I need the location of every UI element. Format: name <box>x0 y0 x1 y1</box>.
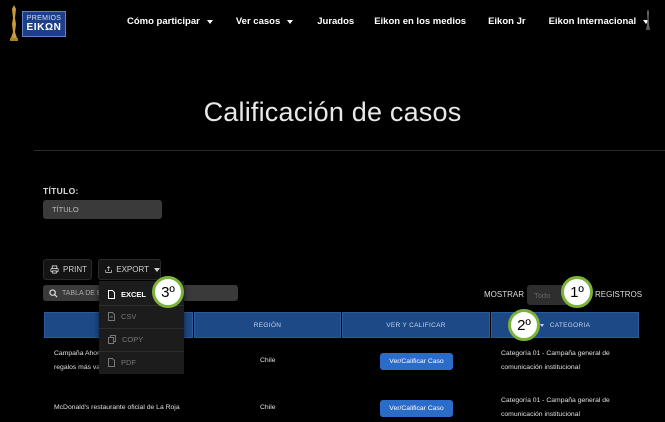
export-copy-item[interactable]: COPY <box>99 328 184 350</box>
export-label: EXPORT <box>116 265 149 274</box>
print-label: PRINT <box>63 265 87 274</box>
chevron-down-icon <box>154 267 160 272</box>
header-label: VER Y CALIFICAR <box>386 321 446 329</box>
export-item-label: PDF <box>121 357 136 367</box>
header-label: CATEGORIA <box>549 321 591 329</box>
nav-label: Eikon en los medios <box>374 16 467 27</box>
export-item-label: CSV <box>121 311 137 321</box>
nav-label: Ver casos <box>235 16 281 27</box>
chevron-down-icon <box>287 19 294 24</box>
file-excel-icon <box>108 289 115 299</box>
table-cell-region: Chile <box>260 404 276 411</box>
step-3-badge: 3º <box>152 276 184 308</box>
mostrar-label: MOSTRAR <box>484 290 524 299</box>
table-cell-case-name: McDonald's restaurante oficial de La Roj… <box>54 404 180 411</box>
nav-item-eikon-en-los-medios[interactable]: Eikon en los medios <box>374 16 466 27</box>
file-csv-icon <box>108 311 115 321</box>
logo-line1: PREMIOS <box>26 15 62 22</box>
category-line: comunicación institucional <box>501 364 580 371</box>
step-1-badge: 1º <box>561 276 593 308</box>
category-line: Categoría 01 - Campaña general de <box>501 397 610 404</box>
ver-calificar-button[interactable]: Ver/Calificar Caso <box>380 400 453 417</box>
chevron-down-icon <box>206 19 213 24</box>
trophy-icon <box>10 5 18 41</box>
table-cell-category: Categoría 01 - Campaña general de comuni… <box>501 347 636 375</box>
step-2-badge: 2º <box>508 309 540 341</box>
title-filter-label: TÍTULO: <box>43 186 79 196</box>
main-nav: Cómo participar Ver casos Jurados Eikon … <box>127 16 650 27</box>
column-header-region[interactable]: REGIÓN <box>194 312 341 338</box>
nav-item-eikon-jr[interactable]: Eikon Jr <box>488 16 526 27</box>
nav-item-jurados[interactable]: Jurados <box>317 16 354 27</box>
logo-plate: PREMIOS EIKΩN <box>22 11 66 37</box>
nav-item-eikon-internacional[interactable]: Eikon Internacional <box>549 16 650 27</box>
file-pdf-icon <box>108 357 115 367</box>
export-button[interactable]: EXPORT <box>98 259 161 280</box>
copy-icon <box>108 334 116 344</box>
search-icon <box>49 288 58 298</box>
print-icon <box>50 265 59 274</box>
print-button[interactable]: PRINT <box>43 259 92 280</box>
column-header-ver-calificar[interactable]: VER Y CALIFICAR <box>342 312 490 338</box>
table-cell-category: Categoría 01 - Campaña general de comuni… <box>501 394 636 422</box>
trophy-small-icon[interactable] <box>645 8 651 32</box>
title-filter-input[interactable] <box>43 200 162 219</box>
export-csv-item[interactable]: CSV <box>99 305 184 327</box>
sort-desc-icon <box>539 323 544 327</box>
nav-label: Cómo participar <box>127 16 200 27</box>
premios-eikon-logo[interactable]: PREMIOS EIKΩN <box>6 4 66 42</box>
registros-label: REGISTROS <box>595 290 643 299</box>
nav-item-como-participar[interactable]: Cómo participar <box>127 16 213 27</box>
category-line: Categoría 01 - Campaña general de <box>501 350 610 357</box>
nav-item-ver-casos[interactable]: Ver casos <box>235 16 294 27</box>
table-search-input[interactable] <box>62 289 102 297</box>
page-title: Calificación de casos <box>203 97 462 127</box>
nav-label: Eikon Jr <box>488 16 526 27</box>
header-label: REGIÓN <box>253 321 282 329</box>
export-icon <box>105 266 112 273</box>
category-line: comunicación institucional <box>501 411 580 418</box>
nav-label: Jurados <box>317 16 355 27</box>
divider <box>34 150 665 151</box>
export-item-label: COPY <box>122 334 144 344</box>
page-length-value: Todo <box>534 290 551 300</box>
export-pdf-item[interactable]: PDF <box>99 351 184 373</box>
export-item-label: EXCEL <box>121 289 147 299</box>
logo-line2: EIKΩN <box>26 22 62 33</box>
nav-label: Eikon Internacional <box>548 16 637 27</box>
ver-calificar-button[interactable]: Ver/Calificar Caso <box>380 353 453 370</box>
table-cell-region: Chile <box>260 357 276 364</box>
